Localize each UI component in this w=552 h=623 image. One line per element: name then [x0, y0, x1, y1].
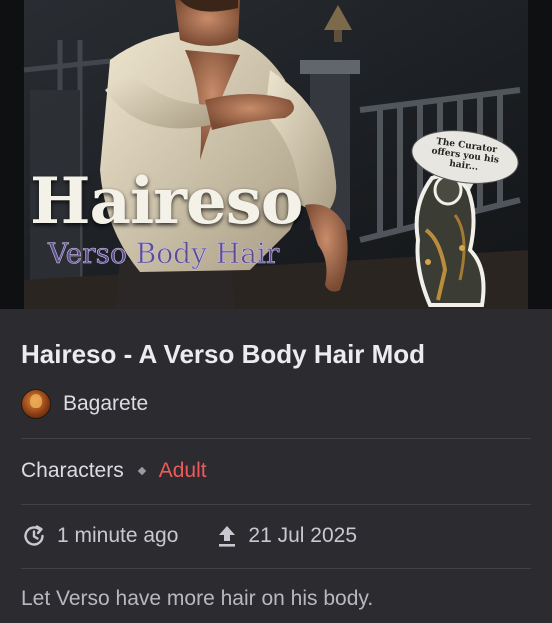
updated-text: 1 minute ago — [57, 524, 179, 547]
author-link[interactable]: Bagarete — [21, 389, 148, 419]
uploaded-date: 21 Jul 2025 — [216, 524, 357, 548]
divider — [21, 438, 531, 439]
mod-thumbnail[interactable]: Haireso Verso Body Hair The Curator offe… — [0, 0, 552, 309]
thumbnail-title-text: Haireso — [30, 164, 303, 239]
mod-title[interactable]: Haireso - A Verso Body Hair Mod — [21, 339, 425, 370]
updated-date: 1 minute ago — [21, 523, 178, 549]
category-row: Characters Adult — [21, 459, 207, 483]
author-name[interactable]: Bagarete — [63, 392, 148, 416]
speech-bubble-text: The Curator offers you his hair... — [430, 137, 500, 173]
mod-description: Let Verso have more hair on his body. — [21, 587, 374, 610]
mod-card[interactable]: Haireso Verso Body Hair The Curator offe… — [0, 0, 552, 623]
clock-refresh-icon — [24, 525, 44, 546]
thumbnail-subtitle-text: Verso Body Hair — [48, 237, 280, 270]
meta-row: 1 minute ago 21 Jul 2025 — [21, 523, 357, 549]
author-avatar[interactable] — [21, 389, 51, 419]
uploaded-text: 21 Jul 2025 — [248, 524, 358, 547]
upload-arrow-icon — [219, 526, 236, 547]
adult-tag: Adult — [158, 459, 207, 482]
diamond-separator-icon — [137, 466, 146, 476]
divider — [21, 568, 531, 569]
divider — [21, 504, 531, 505]
category-link[interactable]: Characters — [21, 459, 124, 483]
